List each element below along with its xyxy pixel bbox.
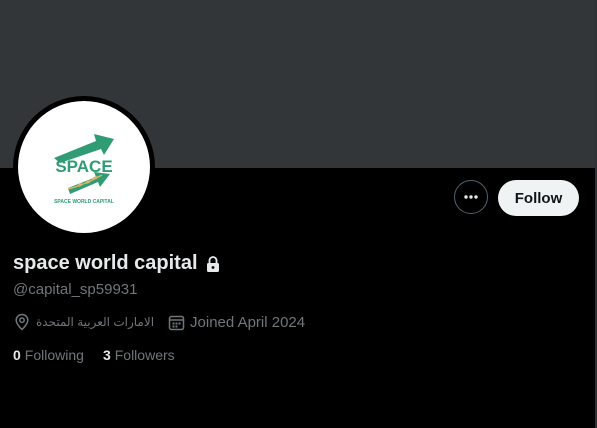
display-name: space world capital — [13, 252, 198, 274]
joined-date: Joined April 2024 — [190, 313, 306, 331]
lock-icon — [206, 255, 219, 272]
logo-subtext: SPACE WORLD CAPITAL — [54, 199, 114, 205]
space-logo: SPACE SPACE WORLD CAPITAL — [54, 134, 114, 205]
location-text: الامارات العربية المتحدة — [36, 315, 155, 329]
joined-item: Joined April 2024 — [168, 314, 305, 331]
following-label: Following — [24, 347, 84, 363]
profile-name-row: space world capital — [13, 252, 221, 275]
profile-handle: @capital_sp59931 — [13, 281, 138, 298]
avatar-image: SPACE SPACE WORLD CAPITAL — [18, 101, 150, 233]
followers-label: Followers — [114, 347, 175, 363]
following-count: 0 — [13, 347, 21, 363]
follow-button[interactable]: Follow — [498, 180, 579, 216]
profile-avatar[interactable]: SPACE SPACE WORLD CAPITAL — [13, 96, 155, 238]
follow-stats: 0 Following 3 Followers — [13, 347, 194, 363]
following-link[interactable]: 0 Following — [13, 347, 84, 363]
ellipsis-icon — [464, 195, 478, 199]
profile-meta: الامارات العربية المتحدة Joined April 20… — [13, 313, 319, 331]
followers-link[interactable]: 3 Followers — [103, 347, 175, 363]
calendar-icon — [168, 315, 185, 330]
more-options-button[interactable] — [454, 180, 488, 214]
location-item: الامارات العربية المتحدة — [13, 313, 154, 331]
logo-wordmark: SPACE — [55, 157, 112, 176]
location-pin-icon — [15, 313, 29, 331]
followers-count: 3 — [102, 347, 111, 363]
